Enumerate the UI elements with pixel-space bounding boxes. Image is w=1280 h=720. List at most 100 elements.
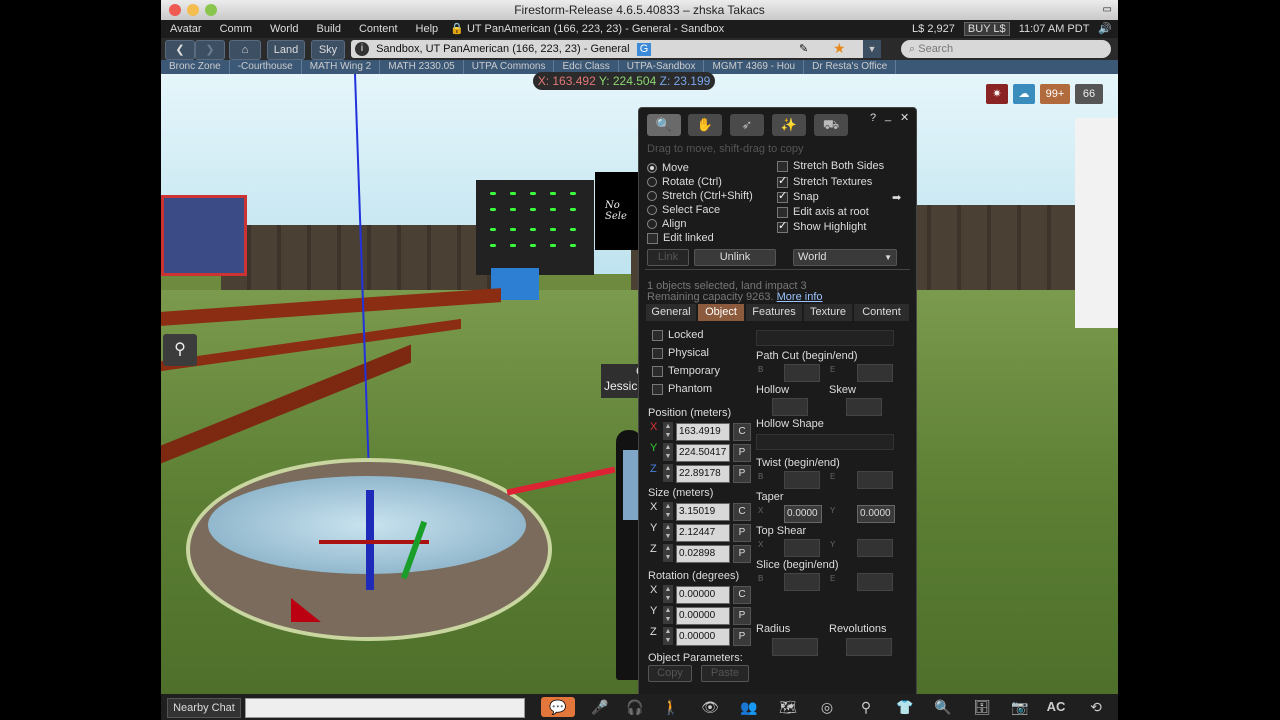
- radius-input[interactable]: [772, 638, 818, 656]
- favorite-item[interactable]: -Courthouse: [230, 60, 302, 74]
- menu-help[interactable]: Help: [407, 20, 448, 38]
- location-input[interactable]: i Sandbox, UT PanAmerican (166, 223, 23)…: [351, 40, 881, 58]
- camera-view-icon[interactable]: 👁: [695, 697, 725, 717]
- menu-comm[interactable]: Comm: [211, 20, 261, 38]
- stop-animation-icon[interactable]: ✷: [986, 84, 1008, 104]
- phantom-checkbox[interactable]: Phantom: [652, 383, 712, 395]
- position-z-input[interactable]: 22.89178: [676, 465, 730, 483]
- slice-end-input[interactable]: [857, 573, 893, 591]
- fullscreen-icon[interactable]: ▭: [1103, 0, 1112, 20]
- land-button[interactable]: Land: [267, 40, 305, 60]
- snapshot-icon[interactable]: 📷: [1005, 697, 1035, 717]
- twist-begin-input[interactable]: [784, 471, 820, 489]
- hollow-shape-select[interactable]: [756, 434, 894, 450]
- building-block-type-select[interactable]: [756, 330, 894, 346]
- tab-features[interactable]: Features: [746, 304, 802, 321]
- stretch-radio[interactable]: Stretch (Ctrl+Shift): [647, 190, 753, 202]
- map-pin-button[interactable]: ⚲: [163, 334, 197, 366]
- create-tool-button[interactable]: ✨: [772, 114, 806, 136]
- rotation-z-spinner[interactable]: ▲ ▼: [663, 627, 673, 645]
- favorite-star-icon[interactable]: ★: [833, 39, 846, 57]
- minimize-window-icon[interactable]: [187, 4, 199, 16]
- menu-content[interactable]: Content: [350, 20, 407, 38]
- position-z-spinner[interactable]: ▲ ▼: [663, 464, 673, 482]
- paste-position-button[interactable]: P: [733, 444, 751, 462]
- location-dropdown-icon[interactable]: ▼: [863, 40, 881, 58]
- headphones-icon[interactable]: 🎧: [620, 697, 650, 717]
- rotation-y-spinner[interactable]: ▲ ▼: [663, 606, 673, 624]
- sync-icon[interactable]: ⟲: [1081, 697, 1111, 717]
- zoom-window-icon[interactable]: [205, 4, 217, 16]
- paste-size-button[interactable]: P: [733, 524, 751, 542]
- favorite-item[interactable]: MGMT 4369 - Hou: [704, 60, 805, 74]
- hollow-input[interactable]: [772, 398, 808, 416]
- copy-position-button[interactable]: C: [733, 423, 751, 441]
- twist-end-input[interactable]: [857, 471, 893, 489]
- edit-linked-checkbox[interactable]: Edit linked: [647, 232, 714, 244]
- size-z-spinner[interactable]: ▲ ▼: [663, 544, 673, 562]
- top-shear-y-input[interactable]: [857, 539, 893, 557]
- taper-x-input[interactable]: 0.0000: [784, 505, 822, 523]
- top-shear-x-input[interactable]: [784, 539, 820, 557]
- close-window-icon[interactable]: [169, 4, 181, 16]
- size-z-input[interactable]: 0.02898: [676, 545, 730, 563]
- appearance-icon[interactable]: 👕: [890, 697, 920, 717]
- copy-size-button[interactable]: C: [733, 503, 751, 521]
- paste-rotation-button[interactable]: P: [733, 607, 751, 625]
- favorite-item[interactable]: MATH 2330.05: [380, 60, 464, 74]
- move-radio[interactable]: Move: [647, 162, 689, 174]
- favorite-item[interactable]: MATH Wing 2: [302, 60, 381, 74]
- nearby-chat-button[interactable]: Nearby Chat: [167, 698, 241, 718]
- position-x-spinner[interactable]: ▲ ▼: [663, 422, 673, 440]
- paste-size-z-button[interactable]: P: [733, 545, 751, 563]
- rotate-radio[interactable]: Rotate (Ctrl): [647, 176, 722, 188]
- tab-texture[interactable]: Texture: [804, 304, 852, 321]
- favorite-item[interactable]: Dr Resta's Office: [804, 60, 897, 74]
- revolutions-input[interactable]: [846, 638, 892, 656]
- volume-icon[interactable]: 🔊: [1098, 23, 1112, 35]
- paste-rotation-z-button[interactable]: P: [733, 628, 751, 646]
- people-count-badge[interactable]: 66: [1075, 84, 1103, 104]
- close-icon[interactable]: ✕: [900, 111, 909, 124]
- unlink-button[interactable]: Unlink: [694, 249, 776, 266]
- back-button[interactable]: ❮: [165, 40, 195, 60]
- more-info-link[interactable]: More info: [777, 291, 823, 303]
- avatar-name-tag[interactable]: C Jessic: [601, 364, 645, 398]
- minimize-icon[interactable]: _: [885, 110, 891, 122]
- skew-input[interactable]: [846, 398, 882, 416]
- temporary-checkbox[interactable]: Temporary: [652, 365, 720, 377]
- search-input[interactable]: ⌕ Search: [901, 40, 1111, 58]
- ac-button[interactable]: AC: [1041, 697, 1071, 717]
- search-toolbar-icon[interactable]: 🔍: [928, 697, 958, 717]
- position-x-input[interactable]: 163.4919: [676, 423, 730, 441]
- copy-rotation-button[interactable]: C: [733, 586, 751, 604]
- rotation-x-input[interactable]: 0.00000: [676, 586, 730, 604]
- edit-tool-button[interactable]: ➶: [730, 114, 764, 136]
- tab-content[interactable]: Content: [854, 304, 909, 321]
- favorite-item[interactable]: Bronc Zone: [161, 60, 230, 74]
- menu-world[interactable]: World: [261, 20, 308, 38]
- physical-checkbox[interactable]: Physical: [652, 347, 709, 359]
- snap-checkbox[interactable]: Snap: [777, 189, 819, 203]
- rotation-x-spinner[interactable]: ▲ ▼: [663, 585, 673, 603]
- size-y-spinner[interactable]: ▲ ▼: [663, 523, 673, 541]
- paste-params-button[interactable]: Paste: [701, 665, 749, 682]
- align-radio[interactable]: Align: [647, 218, 686, 230]
- map-icon[interactable]: 🗺: [773, 697, 803, 717]
- forward-button[interactable]: ❯: [195, 40, 225, 60]
- focus-tool-button[interactable]: 🔍: [647, 114, 681, 136]
- buy-currency-button[interactable]: BUY L$: [963, 22, 1010, 36]
- link-button[interactable]: Link: [647, 249, 689, 266]
- show-highlight-checkbox[interactable]: Show Highlight: [777, 219, 866, 233]
- move-tool-button[interactable]: ✋: [688, 114, 722, 136]
- tab-object[interactable]: Object: [698, 304, 744, 321]
- locked-checkbox[interactable]: Locked: [652, 329, 703, 341]
- rotation-z-input[interactable]: 0.00000: [676, 628, 730, 646]
- position-y-spinner[interactable]: ▲ ▼: [663, 443, 673, 461]
- select-face-radio[interactable]: Select Face: [647, 204, 720, 216]
- path-cut-end-input[interactable]: [857, 364, 893, 382]
- rotation-y-input[interactable]: 0.00000: [676, 607, 730, 625]
- edit-axis-root-checkbox[interactable]: Edit axis at root: [777, 206, 869, 218]
- home-button[interactable]: ⌂: [229, 40, 261, 60]
- path-cut-begin-input[interactable]: [784, 364, 820, 382]
